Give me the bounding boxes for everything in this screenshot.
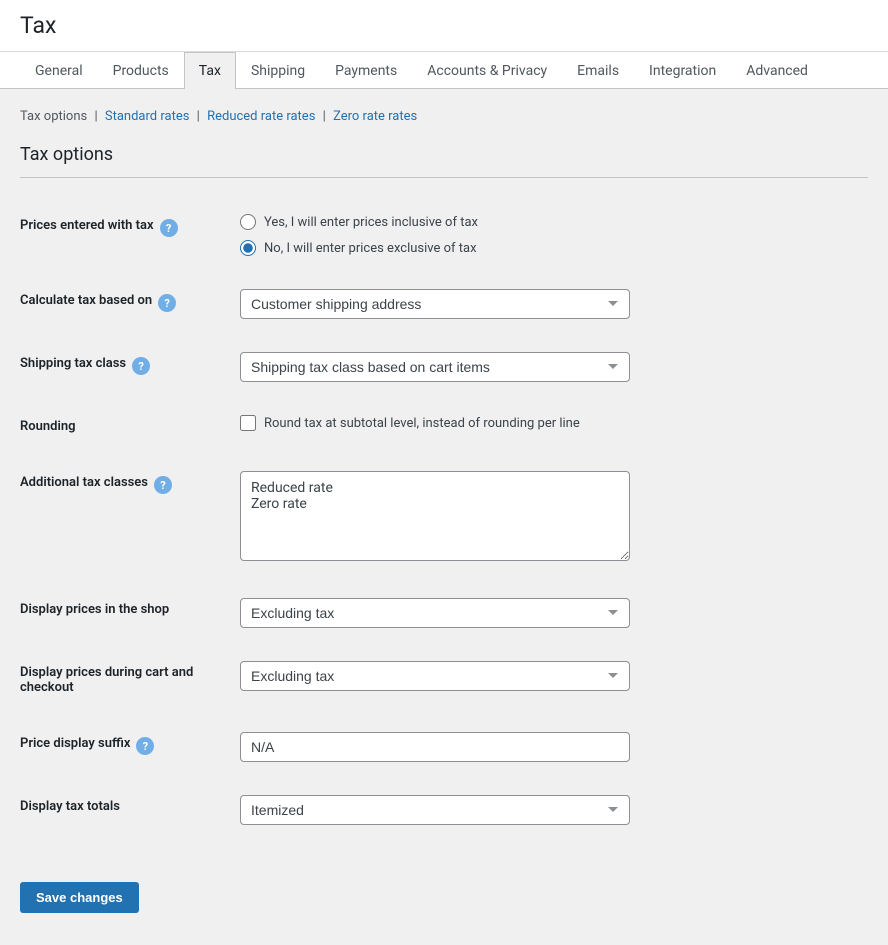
tab-advanced[interactable]: Advanced — [731, 52, 823, 89]
row-display-tax-totals: Display tax totals Itemized As a single … — [20, 779, 868, 842]
main-content: Tax options | Standard rates | Reduced r… — [0, 89, 888, 933]
radio-input-no[interactable] — [240, 240, 256, 256]
field-label-shipping-tax: Shipping tax class — [20, 356, 126, 371]
tab-general[interactable]: General — [20, 52, 98, 89]
row-display-prices-cart: Display prices during cart and checkout … — [20, 645, 868, 716]
price-display-suffix-input[interactable] — [240, 732, 630, 762]
rounding-checkbox-text: Round tax at subtotal level, instead of … — [264, 416, 580, 431]
radio-yes-inclusive[interactable]: Yes, I will enter prices inclusive of ta… — [240, 214, 868, 230]
save-changes-button[interactable]: Save changes — [20, 882, 139, 913]
rounding-checkbox[interactable] — [240, 415, 256, 431]
subnav-standard-rates[interactable]: Standard rates — [105, 109, 190, 124]
shipping-tax-class-select[interactable]: Shipping tax class based on cart items S… — [240, 352, 630, 382]
row-additional-tax-classes: Additional tax classes ? Reduced rate Ze… — [20, 455, 868, 582]
row-price-display-suffix: Price display suffix ? — [20, 716, 868, 779]
tab-accounts-privacy[interactable]: Accounts & Privacy — [412, 52, 562, 89]
subnav-current: Tax options — [20, 109, 87, 124]
tab-products[interactable]: Products — [98, 52, 184, 89]
field-label-display-cart: Display prices during cart and checkout — [20, 665, 193, 695]
radio-no-exclusive[interactable]: No, I will enter prices exclusive of tax — [240, 240, 868, 256]
page-header: Tax — [0, 0, 888, 52]
help-icon-calculate-tax[interactable]: ? — [158, 294, 176, 312]
rounding-checkbox-label[interactable]: Round tax at subtotal level, instead of … — [240, 415, 868, 431]
sub-navigation: Tax options | Standard rates | Reduced r… — [20, 109, 868, 124]
display-tax-totals-select[interactable]: Itemized As a single total — [240, 795, 630, 825]
help-icon-additional-tax[interactable]: ? — [154, 476, 172, 494]
subnav-zero-rate[interactable]: Zero rate rates — [333, 109, 417, 124]
save-section: Save changes — [20, 862, 868, 913]
additional-tax-classes-textarea[interactable]: Reduced rate Zero rate — [240, 471, 630, 561]
tab-navigation: General Products Tax Shipping Payments A… — [0, 52, 888, 89]
row-shipping-tax-class: Shipping tax class ? Shipping tax class … — [20, 336, 868, 399]
radio-input-yes[interactable] — [240, 214, 256, 230]
radio-no-label: No, I will enter prices exclusive of tax — [264, 241, 477, 256]
radio-yes-label: Yes, I will enter prices inclusive of ta… — [264, 215, 478, 230]
row-rounding: Rounding Round tax at subtotal level, in… — [20, 399, 868, 455]
field-label-rounding: Rounding — [20, 419, 76, 434]
tab-integration[interactable]: Integration — [634, 52, 731, 89]
row-display-prices-shop: Display prices in the shop Excluding tax… — [20, 582, 868, 645]
calculate-tax-select[interactable]: Customer shipping address Customer billi… — [240, 289, 630, 319]
tab-emails[interactable]: Emails — [562, 52, 634, 89]
help-icon-prices-entered[interactable]: ? — [160, 219, 178, 237]
field-label-calculate-tax: Calculate tax based on — [20, 293, 152, 308]
tab-shipping[interactable]: Shipping — [236, 52, 320, 89]
section-title: Tax options — [20, 144, 868, 178]
subnav-reduced-rate[interactable]: Reduced rate rates — [207, 109, 315, 124]
display-prices-shop-select[interactable]: Excluding tax Including tax — [240, 598, 630, 628]
field-label-price-suffix: Price display suffix — [20, 736, 130, 751]
help-icon-shipping-tax[interactable]: ? — [132, 357, 150, 375]
field-label-prices-entered: Prices entered with tax — [20, 218, 154, 233]
help-icon-price-suffix[interactable]: ? — [136, 737, 154, 755]
row-calculate-tax: Calculate tax based on ? Customer shippi… — [20, 273, 868, 336]
subnav-sep1: | — [94, 109, 97, 124]
field-label-display-shop: Display prices in the shop — [20, 602, 169, 617]
settings-table: Prices entered with tax ? Yes, I will en… — [20, 198, 868, 842]
field-label-tax-totals: Display tax totals — [20, 799, 120, 814]
subnav-sep3: | — [323, 109, 326, 124]
field-label-additional-tax: Additional tax classes — [20, 475, 148, 490]
display-prices-cart-select[interactable]: Excluding tax Including tax — [240, 661, 630, 691]
prices-entered-radio-group: Yes, I will enter prices inclusive of ta… — [240, 214, 868, 256]
row-prices-entered-with-tax: Prices entered with tax ? Yes, I will en… — [20, 198, 868, 273]
tab-tax[interactable]: Tax — [184, 52, 236, 89]
subnav-sep2: | — [197, 109, 200, 124]
tab-payments[interactable]: Payments — [320, 52, 412, 89]
page-title: Tax — [20, 12, 868, 39]
